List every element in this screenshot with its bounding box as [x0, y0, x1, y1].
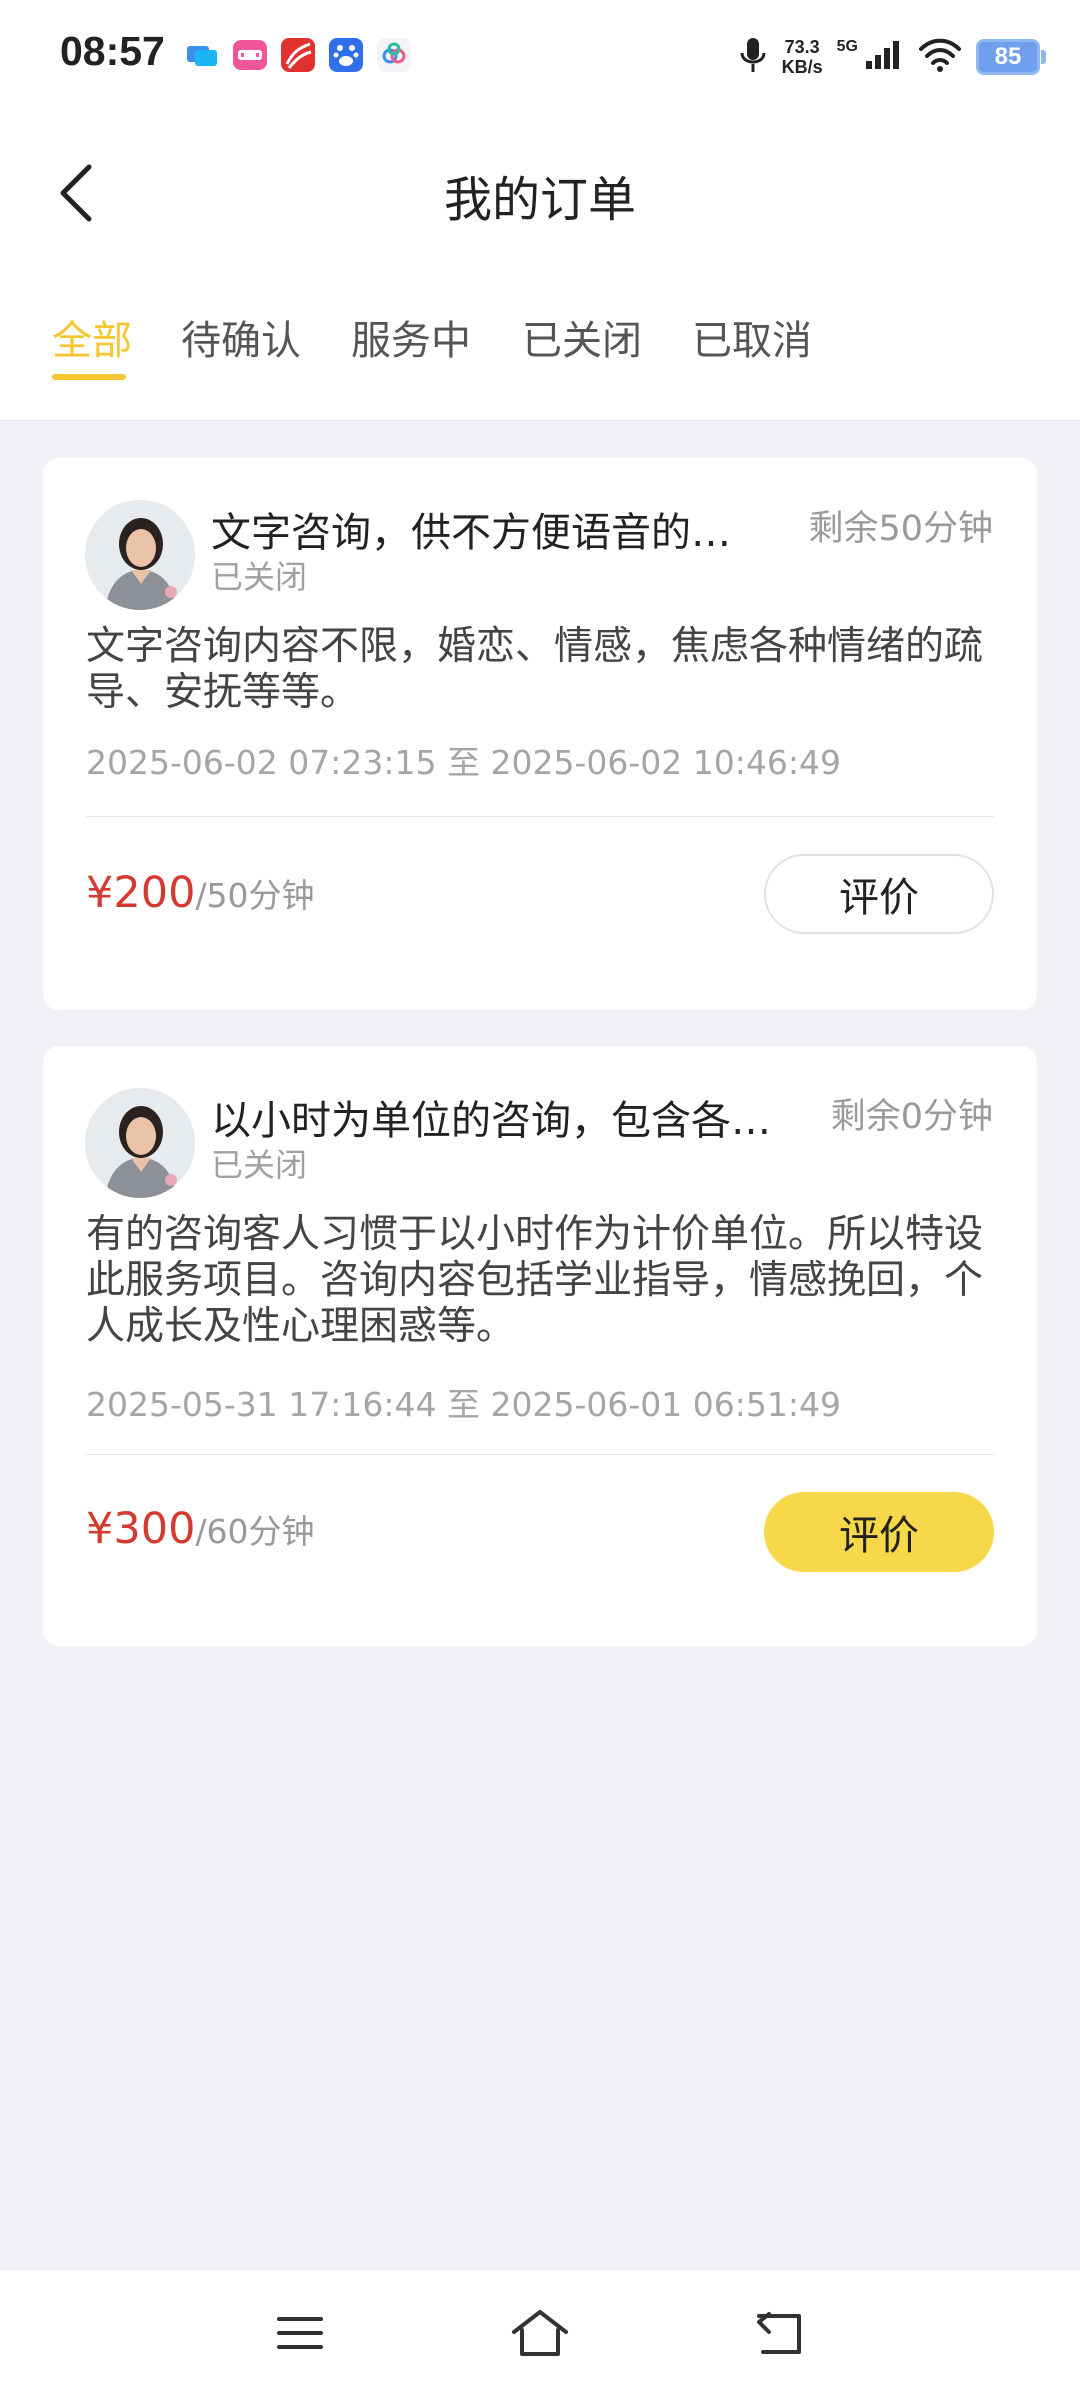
order-title: 文字咨询，供不方便语音的…: [211, 510, 731, 556]
order-status-tabs: 全部 待确认 服务中 已关闭 已取消: [0, 270, 1080, 421]
chaoxing-app-icon: [279, 36, 317, 74]
price-unit: /50分钟: [195, 876, 315, 915]
microphone-icon: [738, 35, 768, 79]
tab-cancelled[interactable]: 已取消: [692, 308, 812, 366]
order-title: 以小时为单位的咨询，包含各…: [211, 1098, 771, 1144]
baidu-app-icon: [327, 36, 365, 74]
system-nav-bar: [0, 2270, 1080, 2400]
order-remaining-time: 剩余50分钟: [808, 509, 993, 549]
order-card[interactable]: 以小时为单位的咨询，包含各… 剩余0分钟 已关闭 有的咨询客人习惯于以小时作为计…: [43, 1046, 1037, 1646]
message-app-icon: [183, 36, 221, 74]
back-nav-button[interactable]: [740, 2300, 820, 2370]
tab-closed[interactable]: 已关闭: [522, 308, 642, 366]
battery-indicator: 85: [976, 39, 1046, 75]
bilibili-app-icon: [231, 36, 269, 74]
tab-pending-confirm[interactable]: 待确认: [181, 308, 301, 366]
divider: [86, 816, 994, 817]
tab-in-service[interactable]: 服务中: [351, 308, 471, 366]
avatar: [85, 500, 195, 610]
back-icon: [755, 2310, 805, 2360]
price-unit: /60分钟: [195, 1512, 315, 1551]
order-card[interactable]: 文字咨询，供不方便语音的… 剩余50分钟 已关闭 文字咨询内容不限，婚恋、情感，…: [43, 458, 1037, 1010]
order-status: 已关闭: [211, 1146, 308, 1184]
status-indicators: 73.3 KB/s 5G 85: [738, 30, 1046, 84]
page-title: 我的订单: [443, 172, 636, 228]
order-time-range: 2025-05-31 17:16:44 至 2025-06-01 06:51:4…: [86, 1385, 841, 1424]
order-price: ¥300/60分钟: [86, 1504, 315, 1554]
review-button[interactable]: 评价: [764, 1492, 994, 1572]
network-type: 5G: [836, 38, 858, 55]
review-button[interactable]: 评价: [764, 854, 994, 934]
status-time: 08:57: [60, 28, 165, 74]
active-tab-indicator: [52, 374, 126, 380]
wifi-icon: [918, 37, 962, 77]
menu-icon: [275, 2313, 325, 2357]
network-speed-unit: KB/s: [781, 57, 823, 77]
divider: [86, 1454, 994, 1455]
signal-icon: [864, 39, 904, 75]
order-description: 有的咨询客人习惯于以小时作为计价单位。所以特设此服务项目。咨询内容包括学业指导，…: [86, 1212, 984, 1349]
price-amount: ¥300: [86, 1504, 196, 1554]
price-amount: ¥200: [86, 868, 196, 918]
avatar: [85, 1088, 195, 1198]
tab-all[interactable]: 全部: [52, 308, 132, 366]
menu-button[interactable]: [260, 2300, 340, 2370]
order-status: 已关闭: [211, 558, 308, 596]
network-speed-value: 73.3: [784, 37, 820, 57]
order-remaining-time: 剩余0分钟: [830, 1097, 993, 1137]
order-time-range: 2025-06-02 07:23:15 至 2025-06-02 10:46:4…: [86, 743, 841, 782]
cloud-app-icon: [375, 36, 413, 74]
home-icon: [510, 2308, 570, 2362]
home-button[interactable]: [500, 2300, 580, 2370]
order-description: 文字咨询内容不限，婚恋、情感，焦虑各种情绪的疏导、安抚等等。: [86, 624, 984, 715]
order-price: ¥200/50分钟: [86, 868, 315, 918]
network-speed: 73.3 KB/s: [782, 37, 823, 77]
notification-icons: [183, 36, 413, 74]
page-header: 我的订单: [0, 110, 1080, 270]
status-bar: 08:57 73.3 KB/s 5G 85: [0, 0, 1080, 110]
